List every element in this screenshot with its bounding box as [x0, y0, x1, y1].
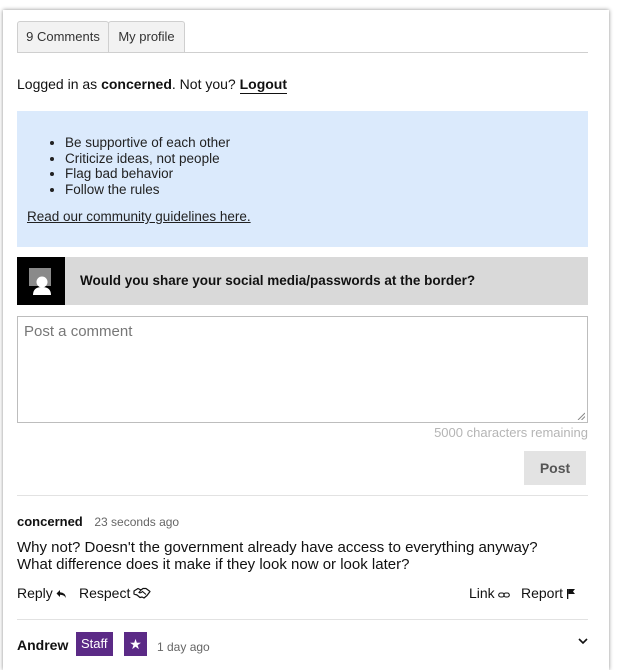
- flag-icon: [567, 589, 576, 599]
- comments-widget: 9 Comments My profile Logged in as conce…: [3, 10, 609, 670]
- link-label: Link: [469, 585, 495, 601]
- comment-author[interactable]: concerned: [17, 514, 83, 529]
- reply-button[interactable]: Reply: [17, 585, 67, 601]
- comment-header: Andrew Staff ★ 1 day ago: [17, 632, 588, 656]
- logout-link[interactable]: Logout: [239, 76, 288, 94]
- person-placeholder-icon: [17, 257, 65, 305]
- comment-input[interactable]: Post a comment: [17, 316, 588, 423]
- comment-line: Why not? Doesn't the government already …: [17, 539, 538, 556]
- guidelines-link[interactable]: Read our community guidelines here.: [27, 209, 251, 224]
- login-prefix: Logged in as: [17, 76, 102, 92]
- comment-timestamp: 1 day ago: [157, 640, 210, 654]
- resize-grip-icon[interactable]: [577, 412, 585, 420]
- guidelines-list: Be supportive of each other Criticize id…: [65, 135, 230, 197]
- community-guidelines-box: Be supportive of each other Criticize id…: [17, 111, 588, 247]
- post-button[interactable]: Post: [524, 451, 586, 485]
- guideline-item: Flag bad behavior: [65, 166, 230, 182]
- divider: [17, 495, 588, 496]
- guideline-item: Be supportive of each other: [65, 135, 230, 151]
- guideline-item: Criticize ideas, not people: [65, 151, 230, 167]
- comment-author[interactable]: Andrew: [17, 637, 68, 653]
- comment-body: Why not? Doesn't the government already …: [17, 539, 588, 573]
- comment-line: What difference does it make if they loo…: [17, 556, 410, 573]
- divider: [17, 619, 588, 620]
- login-status: Logged in as concerned. Not you? Logout: [17, 76, 288, 94]
- comment-timestamp: 23 seconds ago: [94, 515, 180, 529]
- staff-badge: Staff: [76, 632, 113, 656]
- report-label: Report: [521, 585, 564, 601]
- reply-arrow-icon: [56, 590, 66, 598]
- discussion-question: Would you share your social media/passwo…: [17, 257, 588, 305]
- respect-button[interactable]: Respect: [79, 585, 151, 601]
- guideline-item: Follow the rules: [65, 182, 230, 198]
- report-button[interactable]: Report: [521, 585, 576, 601]
- respect-label: Respect: [79, 585, 131, 601]
- comment-header: concerned 23 seconds ago: [17, 514, 179, 529]
- star-badge-icon: ★: [124, 632, 147, 656]
- permalink-button[interactable]: Link: [469, 585, 510, 601]
- question-text: Would you share your social media/passwo…: [80, 273, 476, 288]
- comment-placeholder: Post a comment: [24, 323, 133, 340]
- logged-in-username: concerned: [101, 76, 172, 92]
- link-chain-icon: [497, 592, 510, 598]
- chevron-down-icon[interactable]: [578, 638, 588, 645]
- reply-label: Reply: [17, 585, 53, 601]
- tab-bar: 9 Comments My profile: [17, 21, 588, 53]
- tab-comments[interactable]: 9 Comments: [17, 21, 109, 52]
- tab-my-profile[interactable]: My profile: [108, 21, 185, 52]
- characters-remaining: 5000 characters remaining: [434, 425, 588, 440]
- login-middle: . Not you?: [171, 76, 240, 92]
- handshake-icon: [133, 587, 151, 599]
- comment-actions: Reply Respect Link Report: [17, 585, 588, 603]
